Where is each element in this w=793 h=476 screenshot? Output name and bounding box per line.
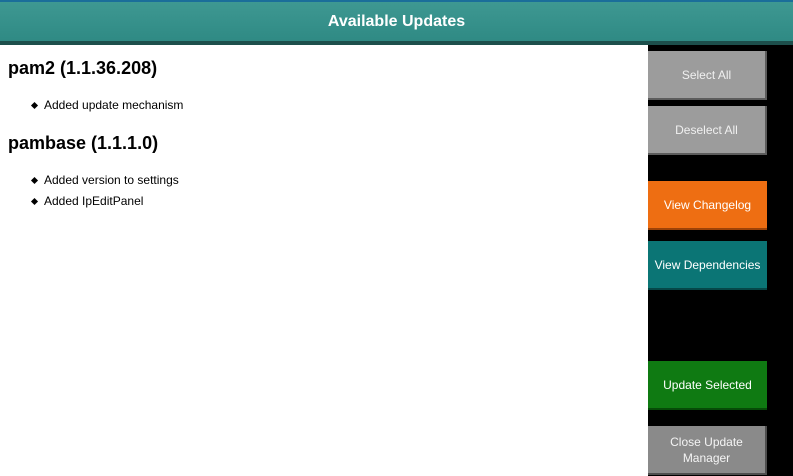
select-all-button[interactable]: Select All <box>648 51 767 100</box>
change-text: Added IpEditPanel <box>44 194 144 208</box>
change-item: Added IpEditPanel <box>30 191 179 212</box>
diamond-bullet-icon <box>30 101 39 110</box>
close-button-label-line2: Manager <box>682 450 731 465</box>
title-bar: Available Updates <box>0 2 793 41</box>
change-list: Added version to settings Added IpEditPa… <box>30 170 179 212</box>
change-text: Added version to settings <box>44 173 179 187</box>
diamond-bullet-icon <box>30 176 39 185</box>
diamond-bullet-icon <box>30 197 39 206</box>
update-selected-button[interactable]: Update Selected <box>648 361 767 410</box>
package-title: pambase (1.1.1.0) <box>8 133 159 153</box>
change-text: Added update mechanism <box>44 98 184 112</box>
changelog-panel: pam2 (1.1.36.208) Added update mechanism… <box>0 45 648 476</box>
window-title: Available Updates <box>327 12 466 30</box>
view-changelog-button[interactable]: View Changelog <box>648 181 767 230</box>
change-list: Added update mechanism <box>30 95 184 116</box>
close-button-label-line1: Close Update <box>670 434 743 449</box>
deselect-all-button[interactable]: Deselect All <box>648 106 767 155</box>
package-title: pam2 (1.1.36.208) <box>8 58 158 78</box>
change-item: Added update mechanism <box>30 95 184 116</box>
change-item: Added version to settings <box>30 170 179 191</box>
view-dependencies-button[interactable]: View Dependencies <box>648 241 767 290</box>
close-update-manager-button[interactable]: Close Update Manager <box>648 426 767 475</box>
